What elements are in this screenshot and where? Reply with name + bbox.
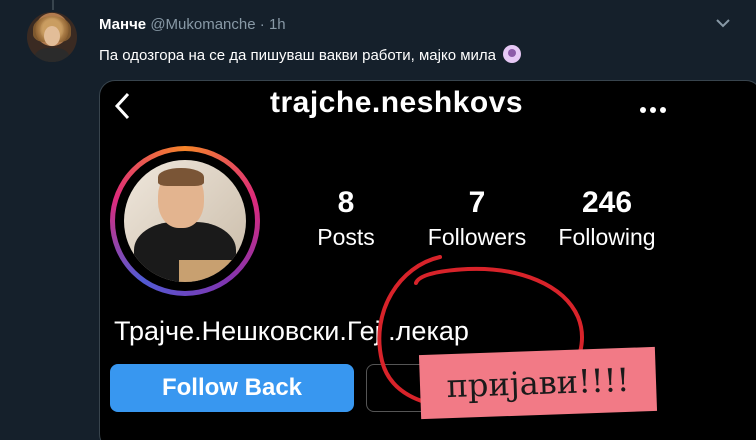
author-avatar[interactable] (27, 12, 77, 62)
header-separator: · (259, 16, 265, 33)
tweet-text: Па одозгора на се да пишуваш вакви работ… (99, 45, 522, 64)
tweet-header: Манче @Mukomanche · 1h (99, 16, 286, 33)
chevron-down-icon[interactable] (716, 18, 730, 28)
tweet-time[interactable]: 1h (269, 16, 286, 33)
author-handle[interactable]: @Mukomanche (150, 16, 255, 33)
tweet-media-image[interactable]: trajche.neshkovs 8 Posts 7 Followers 246… (99, 80, 756, 440)
author-name[interactable]: Манче (99, 16, 146, 33)
tweet-text-content: Па одозгора на се да пишуваш вакви работ… (99, 47, 496, 64)
thread-line (52, 0, 54, 10)
woman-facepalming-emoji-icon (503, 45, 522, 63)
report-sticker: пријави!!!! (418, 346, 658, 420)
